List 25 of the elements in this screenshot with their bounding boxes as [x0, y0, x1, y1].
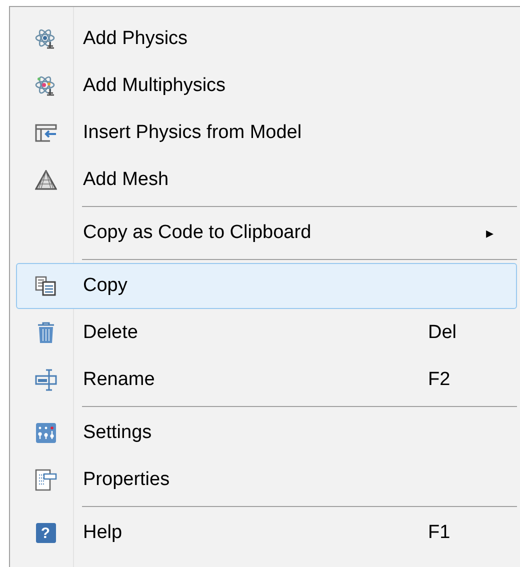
atom-icon [34, 75, 56, 97]
menu-item[interactable]: Copy as Code to Clipboard ▸ [16, 210, 517, 256]
copy-icon [34, 276, 56, 296]
shortcut-text: Del [428, 322, 457, 343]
menu-item[interactable]: Settings [16, 410, 517, 456]
control-panel-icon [34, 422, 56, 444]
trash-icon [36, 322, 54, 344]
menu-item[interactable]: Properties [16, 457, 517, 503]
menu-item[interactable]: Rename F2 [16, 357, 517, 403]
menu-item[interactable]: Add Physics [16, 16, 517, 62]
shortcut-text: F2 [428, 369, 450, 390]
triangle-mesh-icon [34, 170, 56, 190]
menu-item[interactable]: Copy [16, 263, 517, 309]
menu-item[interactable]: Add Mesh [16, 157, 517, 203]
menu-item[interactable]: ? Help F1 [16, 510, 517, 556]
menu-item[interactable]: Delete Del [16, 310, 517, 356]
atom-icon [34, 28, 56, 50]
help-icon: ? [36, 523, 56, 543]
properties-sheet-icon [34, 469, 56, 491]
window-arrow-icon [34, 124, 56, 142]
rename-field-icon [34, 369, 56, 391]
menu-item[interactable]: Add Multiphysics [16, 63, 517, 109]
submenu-arrow: ▸ [486, 225, 494, 242]
menu-item[interactable]: Insert Physics from Model [16, 110, 517, 156]
shortcut-text: F1 [428, 522, 450, 543]
